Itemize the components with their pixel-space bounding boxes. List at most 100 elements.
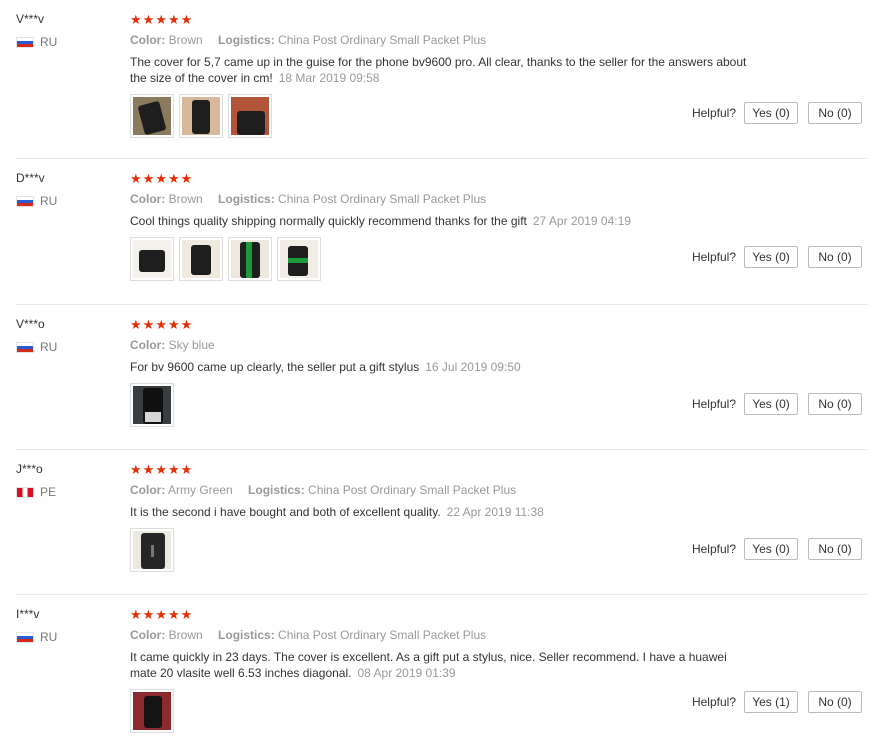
- star-rating: ★ ★ ★ ★ ★: [130, 12, 750, 26]
- star-icon: ★: [130, 170, 142, 186]
- review-photo[interactable]: [228, 94, 272, 138]
- logistics-value: China Post Ordinary Small Packet Plus: [278, 192, 487, 206]
- review-photo[interactable]: [179, 94, 223, 138]
- review-content: It is the second i have bought and both …: [130, 505, 441, 519]
- star-icon: ★: [167, 461, 180, 477]
- star-icon: ★: [130, 461, 142, 477]
- review-photo[interactable]: [277, 237, 321, 281]
- review-date: 22 Apr 2019 11:38: [446, 505, 544, 519]
- reviewer-name: V***o: [16, 317, 45, 331]
- helpful-label: Helpful?: [691, 397, 736, 411]
- star-icon: ★: [142, 461, 155, 477]
- helpful-label: Helpful?: [691, 106, 736, 120]
- color-value: Army Green: [168, 483, 233, 497]
- helpful-yes-button[interactable]: Yes (1): [744, 691, 798, 713]
- reviewer-country: PE: [16, 485, 56, 499]
- review-photos: [130, 383, 750, 427]
- star-icon: ★: [180, 316, 193, 332]
- helpful-section: Helpful? Yes (1) No (0): [692, 691, 862, 713]
- reviewer-info: I***v RU: [16, 607, 57, 644]
- color-label: Color:: [130, 483, 166, 497]
- review-content: The cover for 5,7 came up in the guise f…: [130, 55, 747, 85]
- review-photos: [130, 689, 750, 733]
- star-icon: ★: [180, 606, 193, 622]
- logistics-label: Logistics:: [218, 628, 275, 642]
- reviewer-country: RU: [16, 340, 57, 354]
- star-rating: ★ ★ ★ ★ ★: [130, 171, 750, 185]
- russia-flag-icon: [16, 341, 34, 353]
- helpful-no-button[interactable]: No (0): [808, 538, 862, 560]
- helpful-no-button[interactable]: No (0): [808, 691, 862, 713]
- color-value: Brown: [168, 33, 203, 47]
- review-photo[interactable]: [130, 528, 174, 572]
- russia-flag-icon: [16, 36, 34, 48]
- country-code: PE: [40, 485, 57, 499]
- logistics-label: Logistics:: [218, 33, 275, 47]
- review-photo[interactable]: [130, 689, 174, 733]
- review-item: V***o RU ★ ★ ★ ★ ★ Color: Sky blue For bv 96…: [16, 305, 868, 450]
- star-icon: ★: [155, 606, 167, 622]
- color-value: Brown: [168, 192, 203, 206]
- country-code: RU: [40, 630, 58, 644]
- logistics-label: Logistics:: [218, 192, 275, 206]
- review-text: It came quickly in 23 days. The cover is…: [130, 649, 750, 681]
- star-icon: ★: [155, 316, 167, 332]
- review-attributes: Color: Brown Logistics: China Post Ordin…: [130, 33, 750, 48]
- star-rating: ★ ★ ★ ★ ★: [130, 462, 750, 476]
- star-icon: ★: [180, 11, 193, 27]
- star-icon: ★: [130, 11, 142, 27]
- color-value: Brown: [168, 628, 203, 642]
- color-label: Color:: [130, 628, 166, 642]
- helpful-label: Helpful?: [691, 250, 736, 264]
- reviewer-country: RU: [16, 194, 57, 208]
- review-photo[interactable]: [228, 237, 272, 281]
- helpful-label: Helpful?: [691, 542, 736, 556]
- review-date: 18 Mar 2019 09:58: [278, 71, 380, 85]
- reviewer-name: D***v: [16, 171, 45, 185]
- review-body: ★ ★ ★ ★ ★ Color: Sky blue For bv 9600 came u…: [130, 317, 750, 427]
- logistics-label: Logistics:: [248, 483, 305, 497]
- star-icon: ★: [142, 606, 155, 622]
- review-photo[interactable]: [179, 237, 223, 281]
- reviewer-name: I***v: [16, 607, 40, 621]
- review-attributes: Color: Sky blue: [130, 338, 750, 353]
- peru-flag-icon: [16, 486, 34, 498]
- review-photo[interactable]: [130, 383, 174, 427]
- country-code: RU: [40, 194, 58, 208]
- helpful-yes-button[interactable]: Yes (0): [744, 393, 798, 415]
- helpful-yes-button[interactable]: Yes (0): [744, 246, 798, 268]
- helpful-label: Helpful?: [691, 695, 736, 709]
- helpful-yes-button[interactable]: Yes (0): [744, 102, 798, 124]
- review-photo[interactable]: [130, 237, 174, 281]
- review-item: V***v RU ★ ★ ★ ★ ★ Color: Brown Logistics: C…: [16, 0, 868, 159]
- review-content: Cool things quality shipping normally qu…: [130, 214, 527, 228]
- review-item: I***v RU ★ ★ ★ ★ ★ Color: Brown Logistics: C…: [16, 595, 868, 747]
- star-icon: ★: [167, 316, 180, 332]
- star-icon: ★: [167, 170, 180, 186]
- star-icon: ★: [142, 11, 155, 27]
- star-icon: ★: [130, 316, 142, 332]
- helpful-no-button[interactable]: No (0): [808, 246, 862, 268]
- review-photo[interactable]: [130, 94, 174, 138]
- russia-flag-icon: [16, 195, 34, 207]
- color-label: Color:: [130, 192, 166, 206]
- country-code: RU: [40, 35, 58, 49]
- star-icon: ★: [155, 11, 167, 27]
- review-body: ★ ★ ★ ★ ★ Color: Brown Logistics: China Post…: [130, 12, 750, 138]
- star-icon: ★: [167, 11, 180, 27]
- review-date: 16 Jul 2019 09:50: [425, 360, 521, 374]
- star-icon: ★: [130, 606, 142, 622]
- helpful-no-button[interactable]: No (0): [808, 102, 862, 124]
- logistics-value: China Post Ordinary Small Packet Plus: [278, 628, 487, 642]
- reviewer-country: RU: [16, 35, 57, 49]
- reviewer-info: D***v RU: [16, 171, 57, 208]
- helpful-no-button[interactable]: No (0): [808, 393, 862, 415]
- helpful-yes-button[interactable]: Yes (0): [744, 538, 798, 560]
- review-list: V***v RU ★ ★ ★ ★ ★ Color: Brown Logistics: C…: [0, 0, 885, 747]
- logistics-value: China Post Ordinary Small Packet Plus: [278, 33, 487, 47]
- review-content: For bv 9600 came up clearly, the seller …: [130, 360, 420, 374]
- reviewer-info: J***o PE: [16, 462, 56, 499]
- star-icon: ★: [155, 461, 167, 477]
- review-photos: [130, 528, 750, 572]
- review-photos: [130, 94, 750, 138]
